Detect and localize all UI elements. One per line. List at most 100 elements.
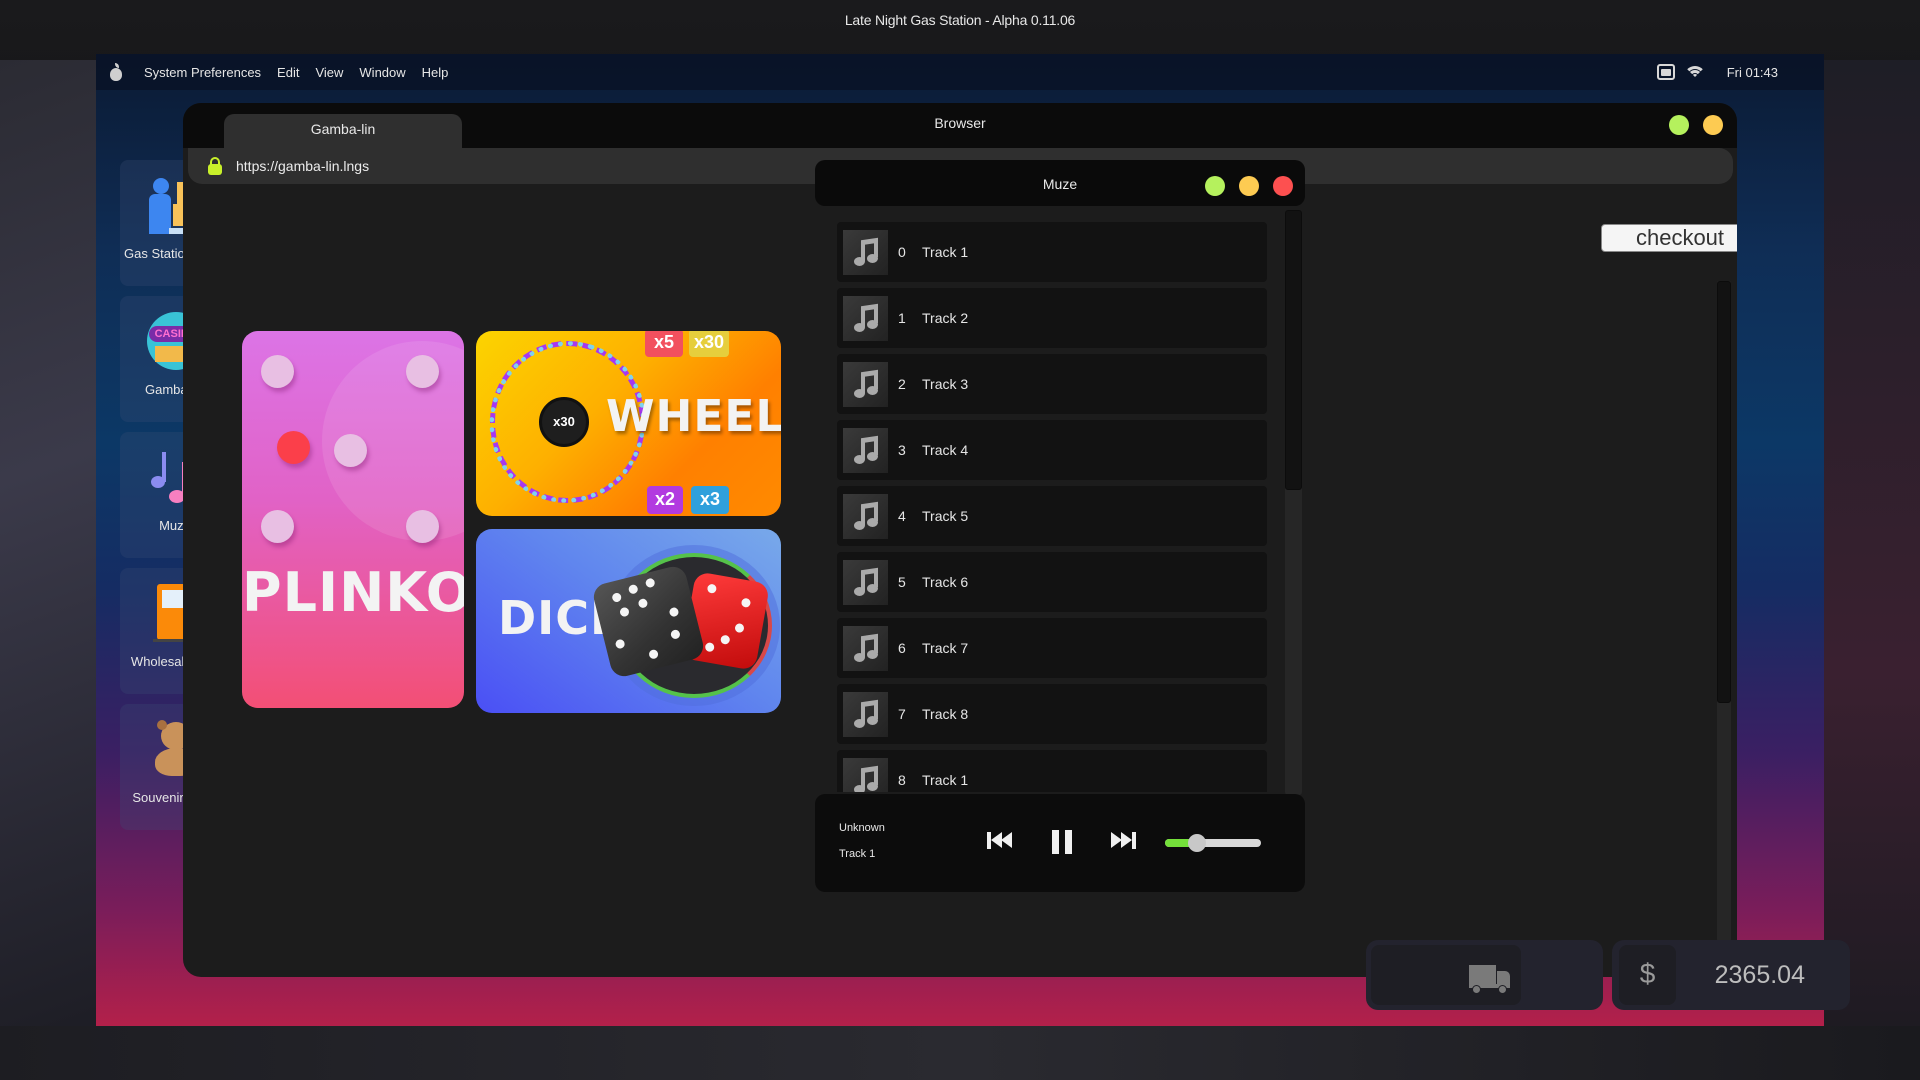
world-background-left: [0, 60, 96, 1080]
game-viewport: Late Night Gas Station - Alpha 0.11.06 S…: [0, 0, 1920, 1080]
track-row[interactable]: 0 Track 1: [837, 222, 1267, 282]
delivery-status-widget: [1366, 940, 1603, 1010]
wheel-title: WHEEL: [606, 391, 781, 442]
pear-logo-icon[interactable]: [108, 63, 124, 81]
track-row[interactable]: 5 Track 6: [837, 552, 1267, 612]
browser-scrollbar[interactable]: [1717, 281, 1731, 941]
pause-button[interactable]: [1051, 828, 1073, 854]
browser-title: Browser: [934, 115, 986, 131]
track-name: Track 3: [922, 376, 969, 392]
browser-titlebar[interactable]: Gamba-lin Browser: [183, 103, 1737, 148]
track-row[interactable]: 8 Track 1: [837, 750, 1267, 792]
game-card-dice[interactable]: DICE: [476, 529, 781, 713]
track-row[interactable]: 3 Track 4: [837, 420, 1267, 480]
multiplier-badge: x3: [691, 486, 729, 514]
game-card-wheel[interactable]: x30 WHEEL x5 x30 x2 x3: [476, 331, 781, 516]
delivery-truck-icon: [1469, 965, 1511, 995]
money-widget: $ 2365.04: [1612, 940, 1850, 1010]
world-background-right: [1824, 60, 1920, 1080]
plinko-peg: [406, 510, 439, 543]
track-name: Track 4: [922, 442, 969, 458]
game-card-plinko[interactable]: PLINKO: [242, 331, 464, 708]
track-list: 0 Track 1 1 Track 2 2 Track 3 3 Track 4 4 Track 5…: [837, 222, 1267, 792]
track-index: 3: [898, 442, 906, 458]
muze-titlebar[interactable]: Muze: [815, 160, 1305, 206]
track-name: Track 2: [922, 310, 969, 326]
muze-window: Muze 0 Track 1 1 Track 2 2 Track 3 3 Track 4 4 Tr…: [815, 160, 1305, 892]
pause-icon: [1052, 830, 1059, 854]
close-button[interactable]: [1273, 176, 1293, 196]
maximize-button[interactable]: [1703, 115, 1723, 135]
track-row[interactable]: 2 Track 3: [837, 354, 1267, 414]
url-text[interactable]: https://gamba-lin.lngs: [236, 158, 369, 174]
track-name: Track 1: [922, 244, 969, 260]
track-index: 4: [898, 508, 906, 524]
track-name: Track 7: [922, 640, 969, 656]
multiplier-badge: x5: [645, 331, 683, 357]
track-row[interactable]: 1 Track 2: [837, 288, 1267, 348]
track-index: 6: [898, 640, 906, 656]
music-note-icon: [843, 757, 888, 792]
track-index: 1: [898, 310, 906, 326]
music-note-icon: [843, 691, 888, 737]
wifi-icon[interactable]: [1684, 64, 1705, 80]
now-playing-track: Track 1: [839, 848, 876, 860]
clock: Fri 01:43: [1726, 64, 1778, 80]
world-background-bottom: [0, 1026, 1920, 1080]
track-name: Track 6: [922, 574, 969, 590]
track-list-scrollbar[interactable]: [1285, 210, 1302, 795]
plinko-title: PLINKO: [242, 561, 464, 624]
music-note-icon: [843, 493, 888, 539]
status-area: Fri 01:43: [1656, 54, 1778, 90]
next-track-button[interactable]: [1111, 828, 1141, 854]
minimize-button[interactable]: [1205, 176, 1225, 196]
menu-window[interactable]: Window: [359, 65, 405, 80]
muze-window-controls: [1205, 176, 1293, 196]
music-note-icon: [843, 625, 888, 671]
player-bar: Unknown Track 1: [815, 794, 1305, 892]
track-index: 2: [898, 376, 906, 392]
track-index: 7: [898, 706, 906, 722]
multiplier-badge: x30: [689, 331, 729, 357]
menu-edit[interactable]: Edit: [277, 65, 299, 80]
previous-track-button[interactable]: [985, 828, 1015, 854]
track-index: 5: [898, 574, 906, 590]
game-window-title: Late Night Gas Station - Alpha 0.11.06: [844, 12, 1076, 28]
music-note-icon: [843, 559, 888, 605]
menu-view[interactable]: View: [315, 65, 343, 80]
music-note-icon: [843, 427, 888, 473]
lock-icon: [208, 157, 222, 175]
track-list-scrollbar-thumb[interactable]: [1285, 210, 1302, 490]
track-name: Track 8: [922, 706, 969, 722]
network-icon[interactable]: [1656, 64, 1675, 80]
menu-system-preferences[interactable]: System Preferences: [144, 65, 261, 80]
dollar-icon: $: [1619, 945, 1676, 1005]
browser-scrollbar-thumb[interactable]: [1717, 281, 1731, 703]
plinko-ball: [277, 431, 310, 464]
checkout-button[interactable]: checkout: [1601, 224, 1737, 252]
track-name: Track 1: [922, 772, 969, 788]
track-name: Track 5: [922, 508, 969, 524]
minimize-button[interactable]: [1669, 115, 1689, 135]
track-row[interactable]: 4 Track 5: [837, 486, 1267, 546]
volume-knob[interactable]: [1187, 834, 1206, 852]
plinko-peg: [406, 355, 439, 388]
plinko-peg: [261, 510, 294, 543]
browser-window-controls: [1669, 115, 1737, 135]
plinko-peg: [334, 434, 367, 467]
music-note-icon: [843, 361, 888, 407]
wheel-hub: x30: [539, 397, 589, 447]
menu-help[interactable]: Help: [422, 65, 449, 80]
now-playing-artist: Unknown: [839, 822, 885, 834]
multiplier-badge: x2: [647, 486, 683, 514]
track-index: 0: [898, 244, 906, 260]
music-note-icon: [843, 229, 888, 275]
track-row[interactable]: 7 Track 8: [837, 684, 1267, 744]
music-note-icon: [843, 295, 888, 341]
track-row[interactable]: 6 Track 7: [837, 618, 1267, 678]
volume-slider[interactable]: [1165, 834, 1261, 852]
maximize-button[interactable]: [1239, 176, 1259, 196]
track-index: 8: [898, 772, 906, 788]
menu-bar: System Preferences Edit View Window Help…: [96, 54, 1824, 90]
plinko-peg: [261, 355, 294, 388]
